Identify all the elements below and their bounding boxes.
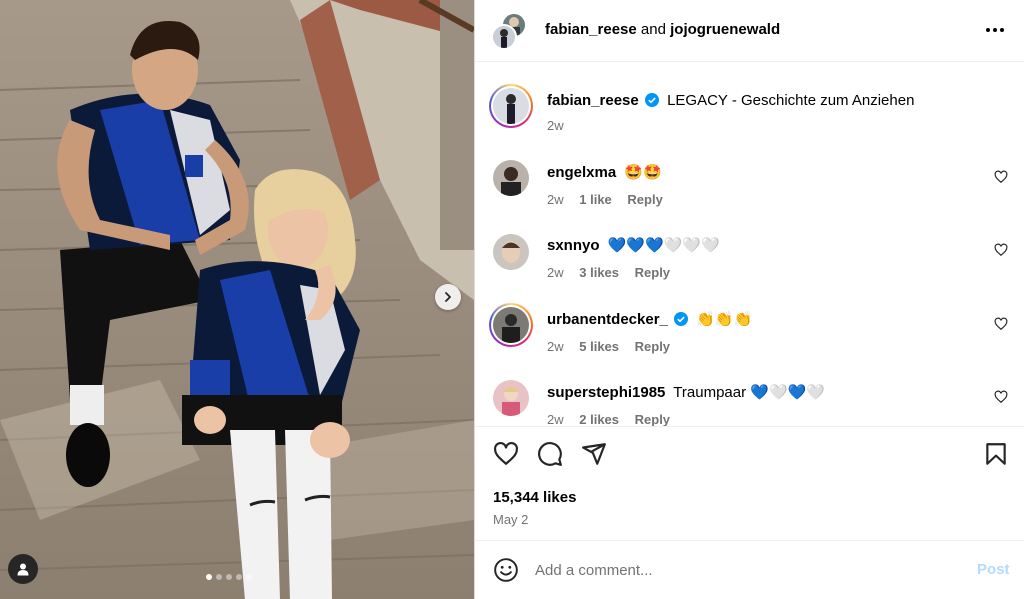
user-tag-icon [17, 563, 29, 576]
authors-conjunction: and [640, 21, 666, 38]
bookmark-icon[interactable] [983, 441, 1009, 467]
add-comment-bar: Post [475, 540, 1024, 599]
comment-time: 2w [547, 265, 564, 280]
tagged-users-button[interactable] [8, 554, 38, 584]
comment-likes[interactable]: 3 likes [579, 265, 619, 280]
post-header: fabian_reese and jojogruenewald [475, 0, 1024, 62]
comment-avatar[interactable] [493, 160, 529, 196]
caption-body: LEGACY - Geschichte zum Anziehen [667, 92, 915, 109]
comment-text: engelxma 🤩🤩 [547, 163, 662, 181]
comment-username[interactable]: engelxma [547, 164, 616, 181]
comment-text: urbanentdecker_ 👏👏👏 [547, 310, 752, 328]
comment-likes[interactable]: 5 likes [579, 339, 619, 354]
reply-button[interactable]: Reply [635, 339, 670, 354]
comment-time: 2w [547, 339, 564, 354]
comment-text: superstephi1985 Traumpaar 💙🤍💙🤍 [547, 383, 825, 401]
emoji-icon[interactable] [493, 557, 519, 583]
heart-icon[interactable] [994, 317, 1008, 331]
verified-icon [644, 93, 659, 107]
author-link[interactable]: jojogruenewald [670, 21, 780, 38]
comment-time: 2w [547, 412, 564, 426]
comment-avatar[interactable] [493, 234, 529, 270]
comment-likes[interactable]: 2 likes [579, 412, 619, 426]
comment-input[interactable] [535, 559, 955, 581]
more-icon [986, 28, 990, 32]
comment-body: 💙💙💙🤍🤍🤍 [607, 237, 720, 254]
caption-meta: 2w [547, 118, 576, 133]
post-authors: fabian_reese and jojogruenewald [545, 21, 780, 38]
comment-text: sxnnyo 💙💙💙🤍🤍🤍 [547, 236, 720, 254]
heart-icon[interactable] [493, 441, 519, 467]
comment-username[interactable]: urbanentdecker_ [547, 311, 668, 328]
comment-meta: 2w 2 likes Reply [547, 412, 682, 426]
caption-username[interactable]: fabian_reese [547, 92, 639, 109]
comment-username[interactable]: sxnnyo [547, 237, 600, 254]
post-image [0, 0, 474, 599]
avatar [491, 24, 517, 50]
verified-icon [674, 312, 689, 326]
post-button[interactable]: Post [977, 561, 1010, 578]
comments-list[interactable]: fabian_reese LEGACY - Geschichte zum Anz… [475, 62, 1024, 426]
comment-avatar[interactable] [493, 380, 529, 416]
more-icon-dot [1000, 28, 1004, 32]
caption-time: 2w [547, 118, 564, 133]
post-date[interactable]: May 2 [493, 512, 528, 527]
more-options-button[interactable] [983, 20, 1007, 40]
comment-likes[interactable]: 1 like [579, 192, 612, 207]
comment-meta: 2w 1 like Reply [547, 192, 675, 207]
carousel-indicator [206, 574, 252, 580]
reply-button[interactable]: Reply [627, 192, 662, 207]
reply-button[interactable]: Reply [635, 265, 670, 280]
heart-icon[interactable] [994, 390, 1008, 404]
comment-body: Traumpaar 💙🤍💙🤍 [673, 384, 825, 401]
carousel-dot [226, 574, 232, 580]
comment-meta: 2w 3 likes Reply [547, 265, 682, 280]
carousel-dot [246, 574, 252, 580]
comment-username[interactable]: superstephi1985 [547, 384, 665, 401]
chevron-right-icon [445, 292, 451, 302]
comment-body: 🤩🤩 [624, 164, 662, 181]
author-link[interactable]: fabian_reese [545, 21, 637, 38]
post-details-panel: fabian_reese and jojogruenewald fabian_r… [474, 0, 1024, 599]
caption-text: fabian_reese LEGACY - Geschichte zum Anz… [547, 92, 914, 109]
comment-time: 2w [547, 192, 564, 207]
carousel-dot [216, 574, 222, 580]
post-photo[interactable] [0, 0, 474, 599]
comment-meta: 2w 5 likes Reply [547, 339, 682, 354]
share-icon[interactable] [581, 441, 607, 467]
carousel-dot [206, 574, 212, 580]
heart-icon[interactable] [994, 243, 1008, 257]
comment-icon[interactable] [537, 441, 563, 467]
more-icon-dot [993, 28, 997, 32]
reply-button[interactable]: Reply [635, 412, 670, 426]
carousel-next-button[interactable] [435, 284, 461, 310]
carousel-dot [236, 574, 242, 580]
collab-avatars[interactable] [491, 12, 529, 50]
caption-avatar[interactable] [489, 84, 533, 128]
comment-body: 👏👏👏 [696, 311, 753, 328]
heart-icon[interactable] [994, 170, 1008, 184]
likes-count[interactable]: 15,344 likes [493, 489, 576, 506]
comment-avatar[interactable] [489, 303, 533, 347]
post-actions: 15,344 likes May 2 [475, 426, 1024, 538]
